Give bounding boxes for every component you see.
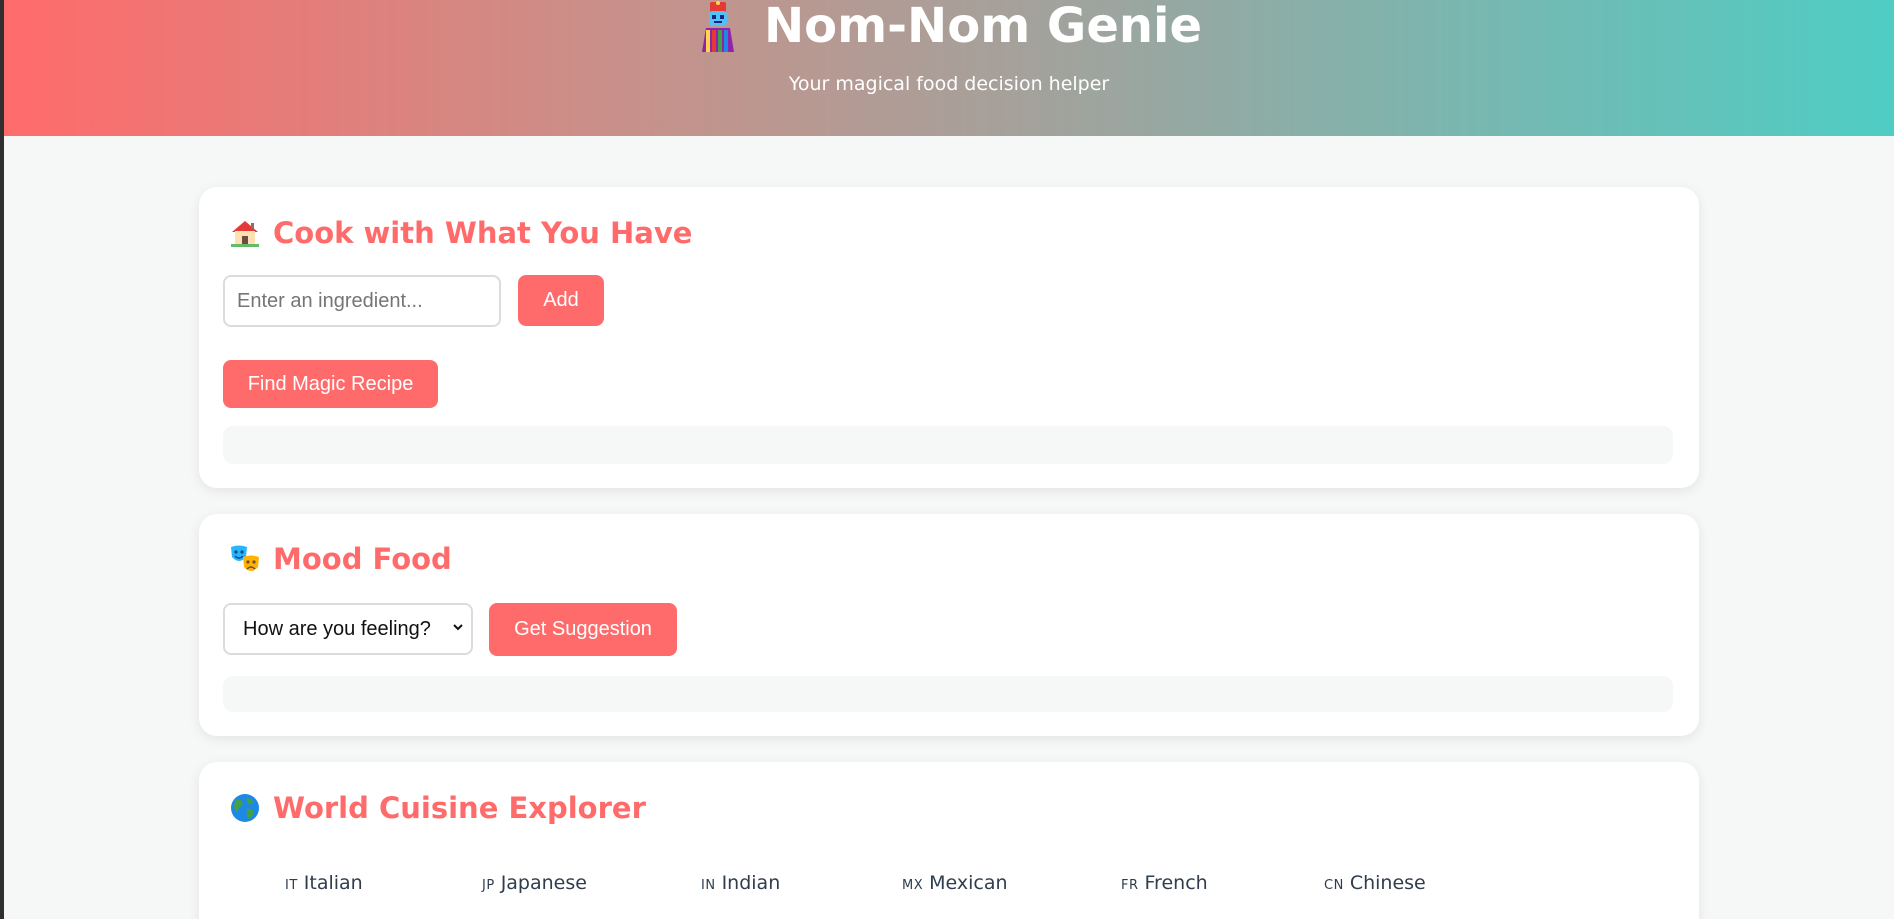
app-viewport: Nom-Nom Genie Your magical food decision…	[4, 0, 1894, 919]
cuisine-flag-code: CN	[1324, 878, 1344, 893]
mood-select[interactable]: How are you feeling?	[223, 603, 473, 655]
ingredient-input[interactable]	[223, 275, 501, 327]
cuisine-item-indian[interactable]: IN Indian	[701, 872, 780, 894]
mood-card-title: Mood Food	[273, 542, 452, 576]
mood-result-box	[223, 676, 1673, 712]
cuisine-list: IT Italian JP Japanese IN Indian MX Mexi…	[199, 872, 1699, 902]
cuisine-item-chinese[interactable]: CN Chinese	[1324, 872, 1426, 894]
get-suggestion-button[interactable]: Get Suggestion	[489, 603, 677, 656]
recipe-result-box	[223, 426, 1673, 464]
genie-icon	[701, 1, 734, 52]
cuisine-flag-code: IT	[285, 878, 298, 893]
house-icon	[231, 221, 259, 247]
cuisine-explorer-card: World Cuisine Explorer IT Italian JP Jap…	[199, 762, 1699, 919]
ingredients-card-title: Cook with What You Have	[273, 216, 693, 250]
cuisine-name: Indian	[721, 872, 781, 894]
cuisine-name: Mexican	[929, 872, 1008, 894]
cuisine-flag-code: MX	[902, 878, 924, 893]
cuisine-name: Italian	[303, 872, 363, 894]
cuisine-card-title: World Cuisine Explorer	[273, 791, 646, 825]
app-subtitle: Your magical food decision helper	[788, 73, 1110, 95]
mood-food-card: Mood Food How are you feeling? Get Sugge…	[199, 514, 1699, 736]
mood-select-value: How are you feeling?	[243, 617, 431, 640]
cuisine-name: French	[1144, 872, 1208, 894]
cuisine-flag-code: FR	[1121, 878, 1139, 893]
app-title: Nom-Nom Genie	[763, 0, 1203, 54]
ingredients-card-heading: Cook with What You Have	[229, 213, 692, 253]
theater-masks-icon	[231, 545, 259, 571]
find-magic-recipe-button[interactable]: Find Magic Recipe	[223, 360, 438, 408]
ingredients-card: Cook with What You Have Add Find Magic R…	[199, 187, 1699, 488]
header-title-row: Nom-Nom Genie	[4, 0, 1894, 52]
cuisine-name: Chinese	[1349, 872, 1426, 894]
add-ingredient-button[interactable]: Add	[518, 275, 604, 326]
chevron-down-icon	[453, 624, 463, 631]
cuisine-card-heading: World Cuisine Explorer	[229, 788, 646, 828]
cuisine-item-mexican[interactable]: MX Mexican	[902, 872, 1008, 894]
cuisine-flag-code: IN	[701, 878, 716, 893]
cuisine-item-french[interactable]: FR French	[1121, 872, 1208, 894]
globe-icon	[231, 794, 259, 822]
cuisine-name: Japanese	[500, 872, 587, 894]
cuisine-item-italian[interactable]: IT Italian	[285, 872, 363, 894]
mood-card-heading: Mood Food	[229, 539, 452, 579]
cuisine-flag-code: JP	[482, 878, 495, 893]
cuisine-item-japanese[interactable]: JP Japanese	[482, 872, 587, 894]
app-header: Nom-Nom Genie Your magical food decision…	[4, 0, 1894, 136]
